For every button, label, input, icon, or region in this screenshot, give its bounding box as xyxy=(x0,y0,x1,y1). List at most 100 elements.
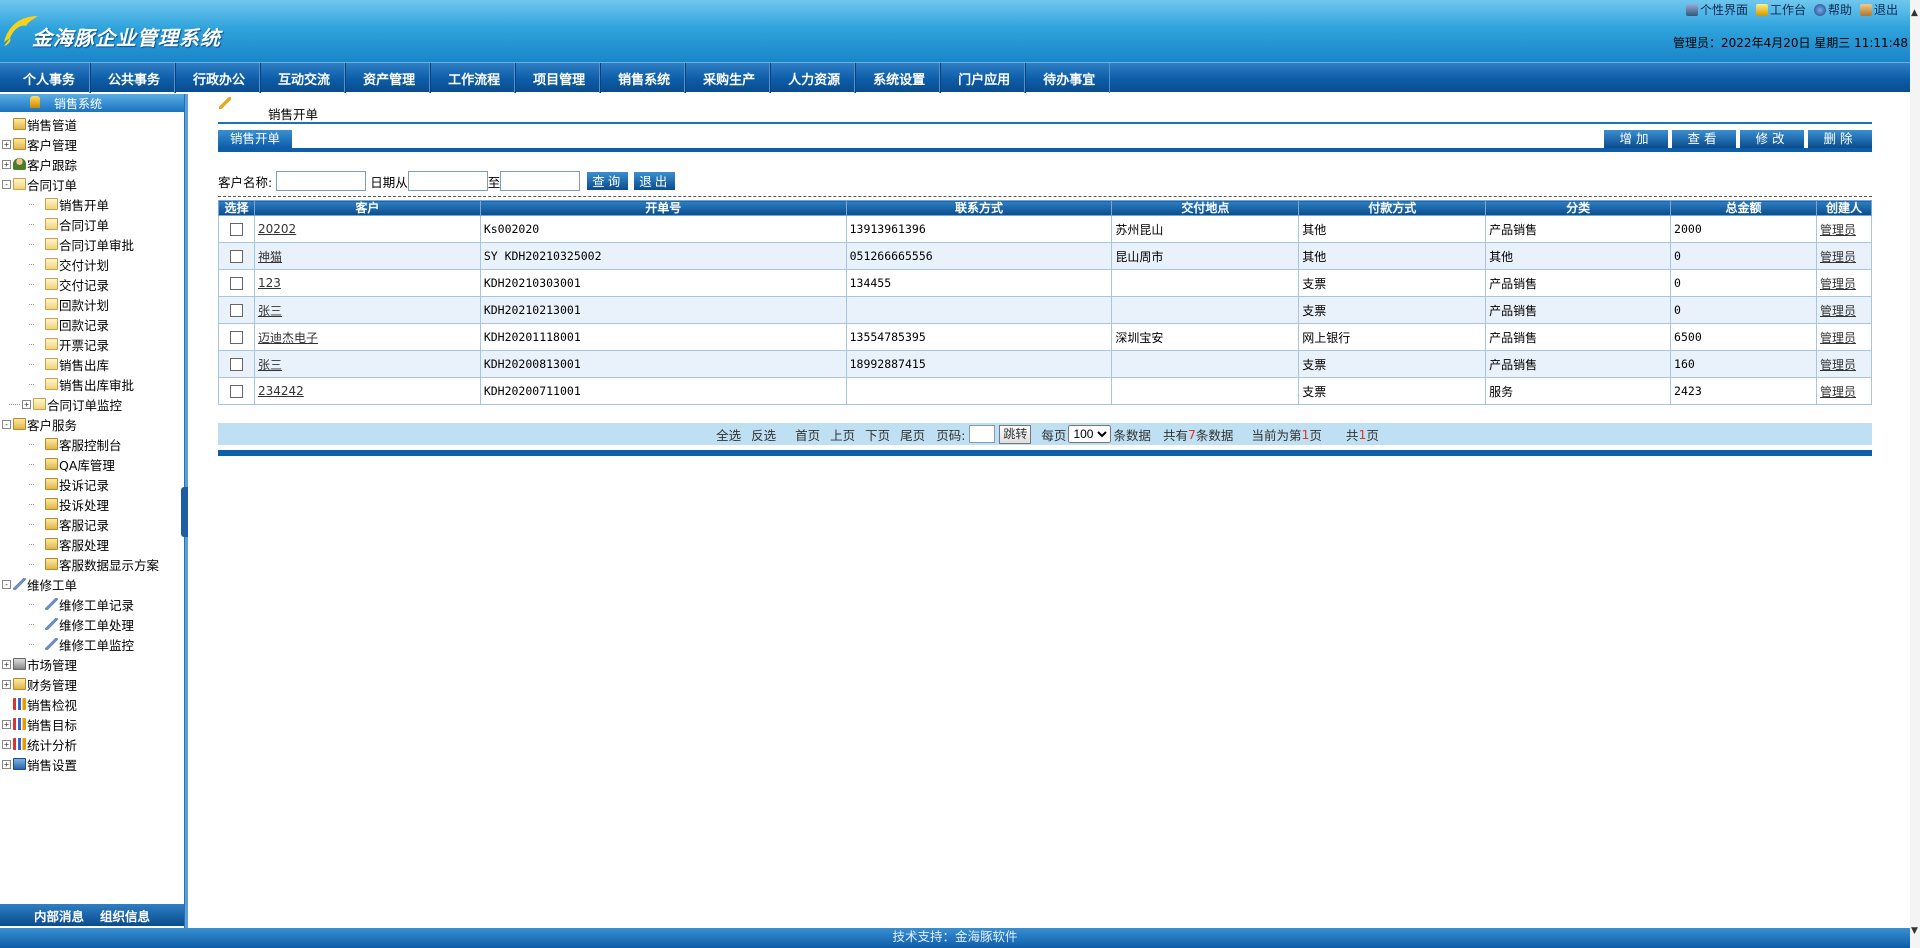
expand-toggle-icon[interactable]: + xyxy=(2,679,11,689)
collapse-toggle-icon[interactable]: - xyxy=(2,179,11,189)
customer-link[interactable]: 234242 xyxy=(258,384,304,398)
sidebar-item[interactable]: + 客户跟踪 xyxy=(0,154,184,174)
sidebar-item[interactable]: 维修工单记录 xyxy=(0,594,184,614)
sidebar-item[interactable]: 客服数据显示方案 xyxy=(0,554,184,574)
customer-link[interactable]: 张三 xyxy=(258,358,282,372)
customer-link[interactable]: 神猫 xyxy=(258,250,282,264)
next-page-link[interactable]: 下页 xyxy=(865,425,890,444)
row-checkbox[interactable] xyxy=(229,250,243,263)
sidebar-item[interactable]: 销售出库 xyxy=(0,354,184,374)
sidebar-item[interactable]: + 销售目标 xyxy=(0,714,184,734)
toplink-personalize[interactable]: 个性界面 xyxy=(1685,1,1748,18)
org-info-link[interactable]: 组织信息 xyxy=(100,906,150,925)
sidebar-item[interactable]: + 财务管理 xyxy=(0,674,184,694)
row-checkbox[interactable] xyxy=(229,331,243,344)
table-row[interactable]: 张三 KDH20200813001 18992887415 支票 产品销售 160 管理员 xyxy=(218,350,1873,378)
creator-link[interactable]: 管理员 xyxy=(1820,331,1856,345)
collapse-toggle-icon[interactable]: - xyxy=(2,579,11,589)
nav-item[interactable]: 门户应用 xyxy=(940,63,1026,93)
page-number-input[interactable] xyxy=(969,425,996,443)
nav-item[interactable]: 采购生产 xyxy=(685,63,771,93)
nav-item[interactable]: 公共事务 xyxy=(90,63,176,93)
table-row[interactable]: 20202 Ks002020 13913961396 苏州昆山 其他 产品销售 2000 管理… xyxy=(218,215,1873,243)
prev-page-link[interactable]: 上页 xyxy=(830,425,855,444)
expand-toggle-icon[interactable]: + xyxy=(2,739,11,749)
sidebar-item[interactable]: 客服控制台 xyxy=(0,434,184,454)
sidebar-item[interactable]: 合同订单审批 xyxy=(0,234,184,254)
customer-name-input[interactable] xyxy=(276,171,367,191)
sidebar-item[interactable]: + 销售设置 xyxy=(0,754,184,774)
page-scrollbar[interactable]: ▲ ▼ xyxy=(1910,0,1920,948)
sidebar-item[interactable]: 客服记录 xyxy=(0,514,184,534)
expand-toggle-icon[interactable]: + xyxy=(2,139,11,149)
sidebar-item[interactable]: - 维修工单 xyxy=(0,574,184,594)
row-checkbox[interactable] xyxy=(229,277,243,290)
date-to-input[interactable] xyxy=(500,171,581,191)
toplink-help[interactable]: 帮助 xyxy=(1813,1,1852,18)
scroll-down-icon[interactable]: ▼ xyxy=(1911,926,1918,936)
nav-item[interactable]: 工作流程 xyxy=(430,63,516,93)
tab-sales-order[interactable]: 销售开单 xyxy=(218,130,293,148)
toplink-desk[interactable]: 工作台 xyxy=(1755,1,1806,18)
table-row[interactable]: 迈迪杰电子 KDH20201118001 13554785395 深圳宝安 网上银行 产品… xyxy=(218,323,1873,351)
row-checkbox[interactable] xyxy=(229,358,243,371)
sidebar-item[interactable]: 维修工单监控 xyxy=(0,634,184,654)
query-button[interactable]: 查询 xyxy=(586,171,630,191)
per-page-select[interactable]: 100 xyxy=(1068,425,1112,443)
sidebar-item[interactable]: - 客户服务 xyxy=(0,414,184,434)
table-row[interactable]: 123 KDH20210303001 134455 支票 产品销售 0 管理员 xyxy=(218,269,1873,297)
sidebar-item[interactable]: 投诉记录 xyxy=(0,474,184,494)
sidebar-item[interactable]: 回款计划 xyxy=(0,294,184,314)
view-button[interactable]: 查看 xyxy=(1672,130,1736,148)
delete-button[interactable]: 删除 xyxy=(1808,130,1872,148)
customer-link[interactable]: 张三 xyxy=(258,304,282,318)
creator-link[interactable]: 管理员 xyxy=(1820,277,1856,291)
expand-toggle-icon[interactable]: + xyxy=(2,159,11,169)
row-checkbox[interactable] xyxy=(229,385,243,398)
internal-messages-link[interactable]: 内部消息 xyxy=(34,906,84,925)
sidebar-item[interactable]: 销售检视 xyxy=(0,694,184,714)
edit-button[interactable]: 修改 xyxy=(1740,130,1804,148)
collapse-sidebar-handle[interactable] xyxy=(181,487,188,537)
nav-item[interactable]: 个人事务 xyxy=(6,63,91,93)
nav-item[interactable]: 项目管理 xyxy=(515,63,601,93)
sidebar-item[interactable]: 投诉处理 xyxy=(0,494,184,514)
creator-link[interactable]: 管理员 xyxy=(1820,358,1856,372)
expand-toggle-icon[interactable]: + xyxy=(2,659,11,669)
jump-button[interactable]: 跳转 xyxy=(999,424,1032,444)
sidebar-item[interactable]: 销售出库审批 xyxy=(0,374,184,394)
creator-link[interactable]: 管理员 xyxy=(1820,304,1856,318)
sidebar-item[interactable]: 回款记录 xyxy=(0,314,184,334)
expand-toggle-icon[interactable]: + xyxy=(2,719,11,729)
expand-toggle-icon[interactable]: + xyxy=(2,759,11,769)
toplink-exit[interactable]: 退出 xyxy=(1859,1,1898,18)
sidebar-item[interactable]: 合同订单 xyxy=(0,214,184,234)
sidebar-item[interactable]: 开票记录 xyxy=(0,334,184,354)
sidebar-item[interactable]: + 客户管理 xyxy=(0,134,184,154)
sidebar-item[interactable]: - 合同订单 xyxy=(0,174,184,194)
row-checkbox[interactable] xyxy=(229,304,243,317)
nav-item[interactable]: 系统设置 xyxy=(855,63,941,93)
nav-item[interactable]: 待办事宜 xyxy=(1025,63,1111,93)
customer-link[interactable]: 迈迪杰电子 xyxy=(258,331,318,345)
invert-selection-link[interactable]: 反选 xyxy=(751,425,776,444)
table-row[interactable]: 234242 KDH20200711001 支票 服务 2423 管理员 xyxy=(218,377,1873,405)
sidebar-item[interactable]: 维修工单处理 xyxy=(0,614,184,634)
sidebar-item[interactable]: 销售管道 xyxy=(0,114,184,134)
sidebar-item[interactable]: 交付记录 xyxy=(0,274,184,294)
nav-item[interactable]: 销售系统 xyxy=(600,63,686,93)
nav-item[interactable]: 互动交流 xyxy=(260,63,346,93)
nav-item[interactable]: 行政办公 xyxy=(175,63,261,93)
sidebar-item[interactable]: 客服处理 xyxy=(0,534,184,554)
expand-toggle-icon[interactable]: + xyxy=(22,399,31,409)
customer-link[interactable]: 20202 xyxy=(258,222,296,236)
sidebar-item[interactable]: 交付计划 xyxy=(0,254,184,274)
table-row[interactable]: 神猫 SY KDH20210325002 051266665556 昆山周市 其他 其他 0… xyxy=(218,242,1873,270)
nav-item[interactable]: 人力资源 xyxy=(770,63,856,93)
sidebar-item[interactable]: 销售开单 xyxy=(0,194,184,214)
collapse-toggle-icon[interactable]: - xyxy=(2,419,11,429)
add-button[interactable]: 增加 xyxy=(1604,130,1668,148)
creator-link[interactable]: 管理员 xyxy=(1820,385,1856,399)
select-all-link[interactable]: 全选 xyxy=(716,425,741,444)
sidebar-item[interactable]: + 合同订单监控 xyxy=(0,394,184,414)
